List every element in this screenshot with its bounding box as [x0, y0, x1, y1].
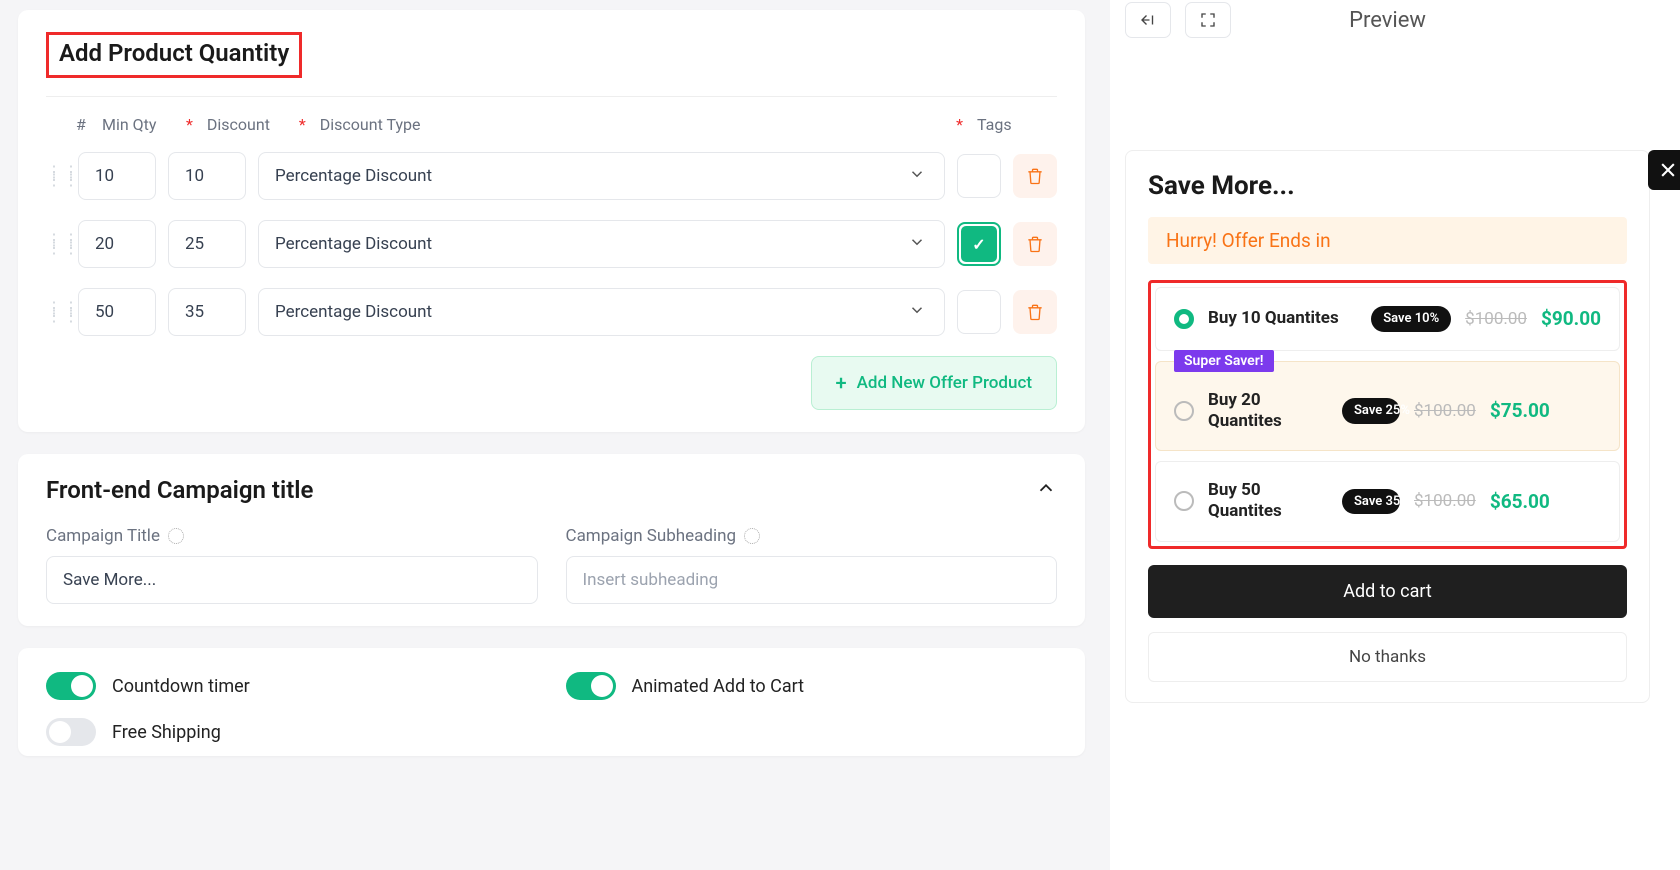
col-minqty: Min Qty [102, 115, 172, 134]
info-icon [168, 528, 184, 544]
new-price: $75.00 [1490, 399, 1550, 422]
drag-handle-icon[interactable]: ⋮⋮⋮⋮ [46, 168, 66, 184]
col-num: # [76, 115, 92, 134]
table-header: # Min Qty* Discount* Discount Type* Tags [46, 115, 1057, 134]
plus-icon: + [836, 371, 847, 395]
save-badge: Save 10% [1371, 306, 1451, 332]
expand-button[interactable] [1185, 2, 1231, 38]
campaign-title-section: Front-end Campaign title Campaign Title … [18, 454, 1085, 626]
old-price: $100.00 [1414, 491, 1476, 511]
quantity-row: ⋮⋮⋮⋮ Percentage Discount ✓ [46, 220, 1057, 268]
min-qty-input[interactable] [78, 288, 156, 336]
offer-radio[interactable] [1174, 401, 1194, 421]
preview-label: Preview [1245, 8, 1530, 33]
discount-input[interactable] [168, 220, 246, 268]
add-offer-product-button[interactable]: + Add New Offer Product [811, 356, 1058, 410]
info-icon [744, 528, 760, 544]
save-badge: Save 25% [1342, 398, 1400, 424]
section-title: Add Product Quantity [59, 39, 289, 67]
countdown-timer-toggle[interactable] [46, 672, 96, 700]
preview-title: Save More... [1148, 171, 1627, 201]
section-title: Front-end Campaign title [46, 476, 313, 504]
delete-row-button[interactable] [1013, 290, 1057, 334]
offer-option[interactable]: Buy 50 Quantites Save 35% $100.00 $65.00 [1155, 461, 1620, 542]
min-qty-input[interactable] [78, 220, 156, 268]
quantity-row: ⋮⋮⋮⋮ Percentage Discount [46, 152, 1057, 200]
min-qty-input[interactable] [78, 152, 156, 200]
quantity-row: ⋮⋮⋮⋮ Percentage Discount [46, 288, 1057, 336]
toggle-label: Countdown timer [112, 676, 250, 697]
field-label: Campaign Title [46, 526, 538, 546]
back-button[interactable] [1125, 2, 1171, 38]
animated-add-to-cart-toggle[interactable] [566, 672, 616, 700]
free-shipping-toggle[interactable] [46, 718, 96, 746]
offer-radio[interactable] [1174, 309, 1194, 329]
discount-type-select[interactable]: Percentage Discount [258, 288, 945, 336]
discount-type-select[interactable]: Percentage Discount [258, 220, 945, 268]
tag-checkbox[interactable] [957, 154, 1001, 198]
no-thanks-button[interactable]: No thanks [1148, 632, 1627, 682]
new-price: $65.00 [1490, 490, 1550, 513]
countdown-banner: Hurry! Offer Ends in [1148, 217, 1627, 264]
offer-radio[interactable] [1174, 491, 1194, 511]
offers-highlight: Buy 10 Quantites Save 10% $100.00 $90.00… [1148, 280, 1627, 549]
offer-option[interactable]: Buy 10 Quantites Save 10% $100.00 $90.00 [1155, 287, 1620, 351]
campaign-title-input[interactable] [46, 556, 538, 604]
chevron-down-icon [908, 165, 926, 188]
add-to-cart-button[interactable]: Add to cart [1148, 565, 1627, 618]
save-badge: Save 35% [1342, 489, 1400, 515]
chevron-down-icon [908, 301, 926, 324]
drag-handle-icon[interactable]: ⋮⋮⋮⋮ [46, 304, 66, 320]
campaign-subheading-input[interactable] [566, 556, 1058, 604]
chevron-down-icon [908, 233, 926, 256]
product-quantity-section: Add Product Quantity # Min Qty* Discount… [18, 10, 1085, 432]
field-label: Campaign Subheading [566, 526, 1058, 546]
section-title-highlight: Add Product Quantity [46, 32, 302, 78]
super-saver-badge: Super Saver! [1174, 350, 1274, 372]
divider [46, 96, 1057, 97]
discount-type-select[interactable]: Percentage Discount [258, 152, 945, 200]
discount-input[interactable] [168, 288, 246, 336]
toggle-label: Animated Add to Cart [632, 676, 805, 697]
col-tags: Tags [977, 115, 1057, 134]
delete-row-button[interactable] [1013, 222, 1057, 266]
discount-input[interactable] [168, 152, 246, 200]
toggle-label: Free Shipping [112, 722, 221, 743]
offer-option[interactable]: Super Saver! Buy 20 Quantites Save 25% $… [1155, 361, 1620, 452]
tag-checkbox[interactable]: ✓ [957, 222, 1001, 266]
collapse-button[interactable] [1035, 477, 1057, 503]
col-discount: Discount [207, 115, 285, 134]
close-preview-button[interactable] [1648, 150, 1680, 190]
new-price: $90.00 [1541, 307, 1601, 330]
drag-handle-icon[interactable]: ⋮⋮⋮⋮ [46, 236, 66, 252]
tag-checkbox[interactable] [957, 290, 1001, 334]
delete-row-button[interactable] [1013, 154, 1057, 198]
toggles-section: Countdown timer Animated Add to Cart Fre… [18, 648, 1085, 756]
old-price: $100.00 [1465, 309, 1527, 329]
check-icon: ✓ [972, 235, 985, 254]
old-price: $100.00 [1414, 401, 1476, 421]
preview-card: Save More... Hurry! Offer Ends in Buy 10… [1125, 150, 1650, 703]
